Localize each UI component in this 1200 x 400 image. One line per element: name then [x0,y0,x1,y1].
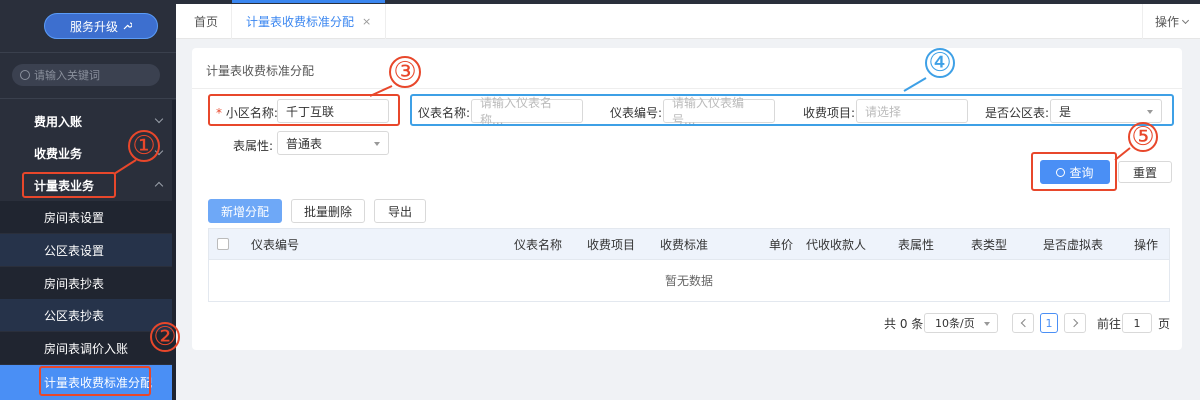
tab-label: 首页 [194,15,219,29]
sidebar-item-room-meter-reading[interactable]: 房间表抄表 [0,267,176,299]
tab-meter-fee-standard[interactable]: 计量表收费标准分配 × [231,0,387,39]
page-number-1[interactable]: 1 [1040,313,1058,333]
annotation-box-3 [208,94,400,126]
meter-attr-value: 普通表 [286,136,323,151]
tab-label: 计量表收费标准分配 [246,15,355,29]
chevron-left-icon [1020,318,1029,328]
goto-page-input[interactable]: 1 [1122,313,1152,333]
sidebar-item-public-meter-reading[interactable]: 公区表抄表 [0,299,176,331]
service-upgrade-button[interactable]: 服务升级 [44,13,158,39]
annotation-box-1 [22,172,116,198]
dropdown-arrow-icon [984,322,990,326]
tab-bar: 首页 计量表收费标准分配 × 操作 [176,0,1200,39]
sidebar-item-label: 房间表抄表 [44,276,105,291]
sidebar-item-label: 公区表抄表 [44,308,105,323]
page-number-label: 1 [1045,316,1053,330]
goto-page-value: 1 [1133,316,1141,330]
ops-label: 操作 [1154,15,1179,29]
service-upgrade-label: 服务升级 [69,19,118,34]
add-allocation-button[interactable]: 新增分配 [208,199,282,223]
reset-button[interactable]: 重置 [1118,161,1172,183]
prev-page-button[interactable] [1012,313,1034,333]
sidebar-item-label: 收费业务 [34,146,83,161]
chevron-up-icon [154,181,164,191]
sidebar-search-placeholder: 请输入关键词 [34,69,100,82]
select-all-checkbox[interactable] [217,238,229,250]
empty-text: 暂无数据 [664,274,713,288]
sidebar-item-room-meter-settings[interactable]: 房间表设置 [0,201,176,233]
column-header: 仪表名称 [514,237,563,252]
next-page-button[interactable] [1064,313,1086,333]
column-header: 表类型 [971,237,1008,252]
chevron-right-icon [1069,318,1078,328]
annotation-marker-4: ④ [925,48,955,78]
batch-delete-label: 批量删除 [303,204,352,219]
annotation-marker-2: ② [150,322,180,352]
annotation-box-5 [1031,152,1117,191]
chevron-down-icon [154,114,164,124]
page-unit-label: 页 [1158,316,1171,331]
batch-delete-button[interactable]: 批量删除 [291,199,365,223]
page-title: 计量表收费标准分配 [206,64,315,78]
annotation-arrow-1 [113,159,137,175]
export-button[interactable]: 导出 [374,199,426,223]
reset-label: 重置 [1132,165,1157,180]
column-header: 仪表编号 [251,237,300,252]
sidebar-divider [0,98,176,99]
column-header: 收费标准 [660,237,709,252]
meter-attr-label: 表属性: [233,139,274,153]
sidebar-divider [0,52,176,53]
annotation-arrow-4 [903,77,927,92]
goto-label: 前往 [1097,316,1122,331]
column-header: 收费项目 [587,237,636,252]
column-header: 是否虚拟表 [1043,237,1104,252]
column-header: 代收收款人 [806,237,867,252]
add-allocation-label: 新增分配 [220,204,269,219]
tab-active-indicator [232,0,386,3]
column-header: 操作 [1134,237,1159,252]
page-size-select[interactable]: 10条/页 [924,313,998,333]
sidebar-item-label: 房间表设置 [44,210,105,225]
dropdown-arrow-icon [374,142,380,146]
sidebar-item-label: 房间表调价入账 [44,341,129,356]
annotation-box-4 [410,94,1174,126]
column-header: 表属性 [898,237,935,252]
wrench-icon [123,22,132,30]
chevron-down-icon [1181,16,1190,24]
page-size-value: 10条/页 [935,317,975,330]
column-header: 单价 [769,237,794,252]
ops-dropdown[interactable]: 操作 [1142,4,1200,39]
sidebar-item-public-meter-settings[interactable]: 公区表设置 [0,234,176,266]
export-label: 导出 [387,204,412,219]
sidebar-item-label: 费用入账 [34,114,83,129]
search-icon [20,70,30,80]
annotation-box-2 [39,366,151,396]
close-icon[interactable]: × [362,15,371,28]
table-header: 仪表编号 仪表名称 收费项目 收费标准 单价 代收收款人 表属性 表类型 是否虚… [208,228,1170,260]
annotation-arrow-5 [1114,147,1131,161]
sidebar-search-input[interactable]: 请输入关键词 [12,64,160,86]
sidebar-scrollbar[interactable] [172,100,176,400]
table-empty-row: 暂无数据 [208,260,1170,302]
tab-home[interactable]: 首页 [194,4,218,39]
panel-divider [192,88,1182,89]
sidebar-item-label: 公区表设置 [44,243,105,258]
pagination-total: 共 0 条 [884,316,924,331]
meter-attr-select[interactable]: 普通表 [277,131,389,155]
annotation-arrow-3 [369,85,393,97]
